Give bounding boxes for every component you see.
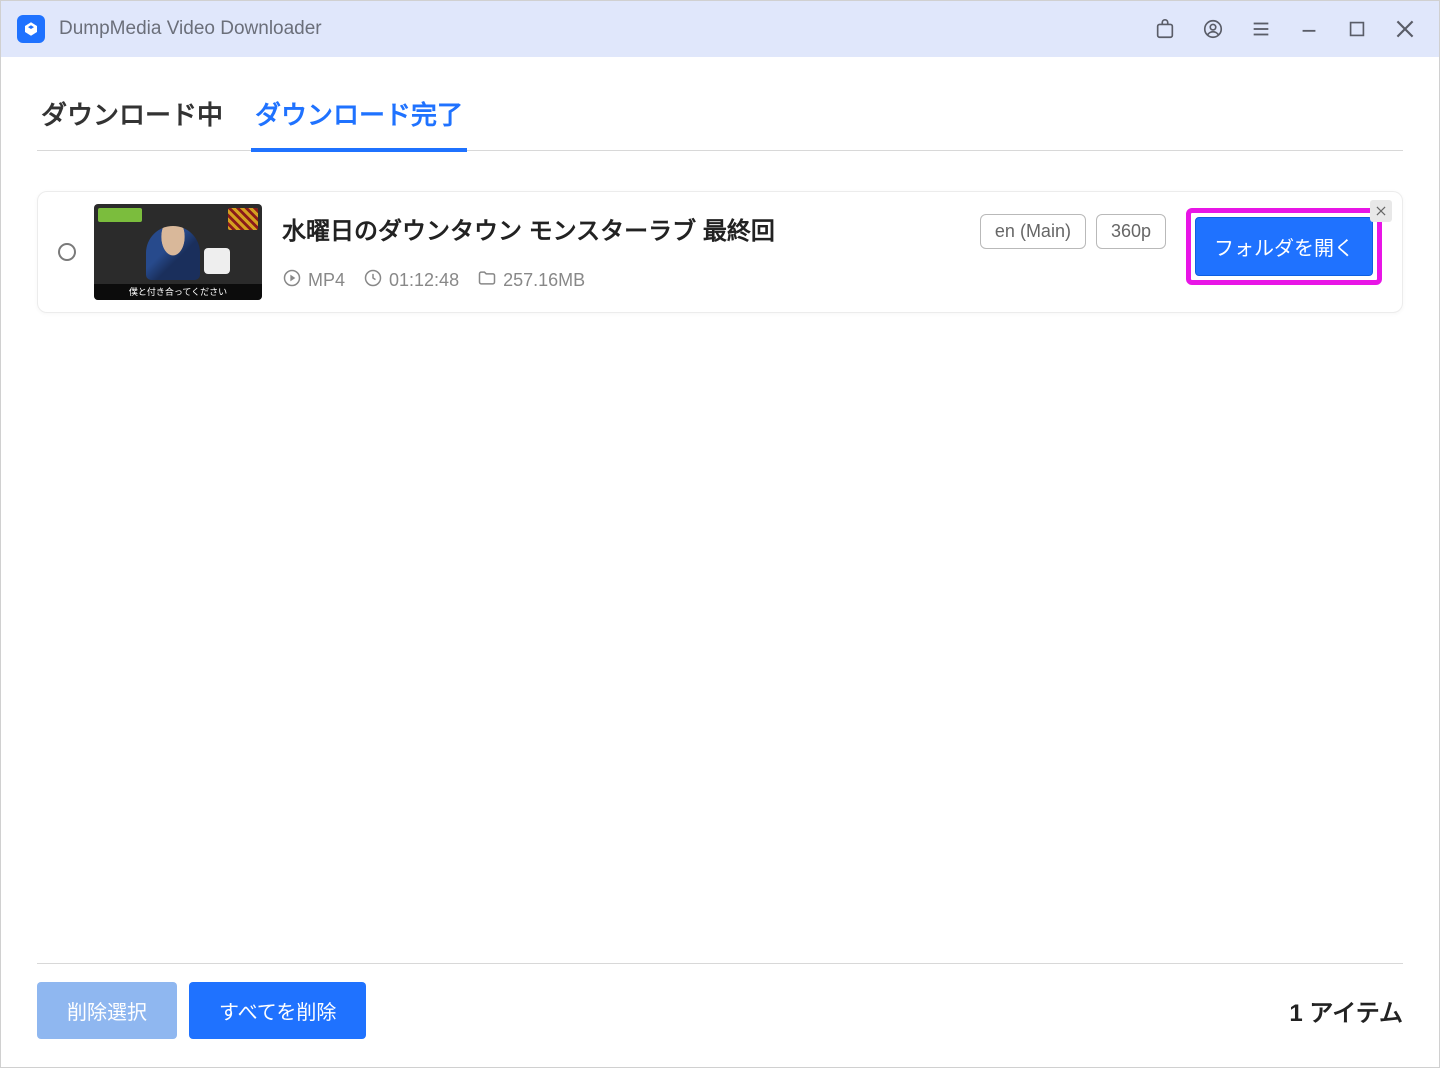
meta-size: 257.16MB [477, 268, 585, 293]
app-title: DumpMedia Video Downloader [59, 18, 322, 40]
format-label: MP4 [308, 270, 345, 291]
tabs: ダウンロード中 ダウンロード完了 [37, 85, 1403, 151]
menu-icon[interactable] [1237, 9, 1285, 49]
tab-completed[interactable]: ダウンロード完了 [251, 85, 467, 152]
footer-bar: 削除選択 すべてを削除 1 アイテム [37, 963, 1403, 1067]
item-badges: en (Main) 360p [980, 214, 1166, 249]
remove-item-icon[interactable] [1370, 200, 1392, 222]
close-icon[interactable] [1381, 9, 1429, 49]
meta-duration: 01:12:48 [363, 268, 459, 293]
download-list: 僕と付き合ってください 水曜日のダウンタウン モンスターラブ 最終回 MP4 [37, 151, 1403, 963]
quality-badge: 360p [1096, 214, 1166, 249]
delete-selected-button[interactable]: 削除選択 [37, 982, 177, 1039]
titlebar: DumpMedia Video Downloader [1, 1, 1439, 57]
size-label: 257.16MB [503, 270, 585, 291]
play-icon [282, 268, 302, 293]
open-folder-button[interactable]: フォルダを開く [1195, 217, 1373, 276]
item-count-label: 1 アイテム [1289, 993, 1403, 1028]
store-icon[interactable] [1141, 9, 1189, 49]
download-item: 僕と付き合ってください 水曜日のダウンタウン モンスターラブ 最終回 MP4 [37, 191, 1403, 313]
language-badge: en (Main) [980, 214, 1086, 249]
delete-all-button[interactable]: すべてを削除 [189, 982, 366, 1039]
content-area: ダウンロード中 ダウンロード完了 僕と付き合ってください 水曜日のダウンタウン … [1, 57, 1439, 1067]
duration-label: 01:12:48 [389, 270, 459, 291]
minimize-icon[interactable] [1285, 9, 1333, 49]
clock-icon [363, 268, 383, 293]
video-meta: MP4 01:12:48 257.16MB [282, 268, 980, 293]
open-folder-highlight: フォルダを開く [1186, 208, 1382, 285]
folder-icon [477, 268, 497, 293]
item-main: 水曜日のダウンタウン モンスターラブ 最終回 MP4 0 [282, 211, 980, 293]
app-logo-icon [17, 15, 45, 43]
select-checkbox[interactable] [58, 243, 76, 261]
maximize-icon[interactable] [1333, 9, 1381, 49]
app-window: DumpMedia Video Downloader ダウンロード中 ダウンロー… [0, 0, 1440, 1068]
tab-downloading[interactable]: ダウンロード中 [37, 85, 227, 150]
account-icon[interactable] [1189, 9, 1237, 49]
video-title: 水曜日のダウンタウン モンスターラブ 最終回 [282, 211, 980, 246]
meta-format: MP4 [282, 268, 345, 293]
thumbnail-subtitle: 僕と付き合ってください [94, 284, 262, 300]
video-thumbnail: 僕と付き合ってください [94, 204, 262, 300]
